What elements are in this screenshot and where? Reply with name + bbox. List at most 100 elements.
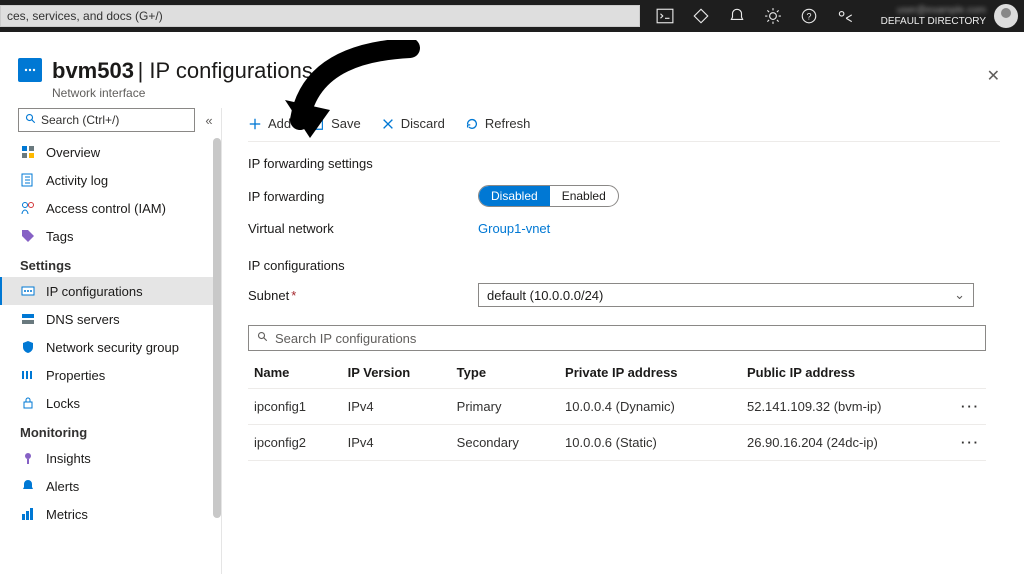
ip-forwarding-toggle[interactable]: Disabled Enabled [478, 185, 619, 207]
sidebar-item-access-control[interactable]: Access control (IAM) [0, 194, 221, 222]
sidebar-item-label: Metrics [46, 507, 88, 522]
sidebar-item-label: Activity log [46, 173, 108, 188]
toggle-option-enabled[interactable]: Enabled [550, 186, 618, 206]
row-more-button[interactable]: ··· [955, 425, 986, 461]
sidebar-item-alerts[interactable]: Alerts [0, 472, 221, 500]
sidebar-item-ip-configurations[interactable]: IP configurations [0, 277, 221, 305]
sidebar-item-label: Alerts [46, 479, 79, 494]
sidebar-item-label: Locks [46, 396, 80, 411]
account-area[interactable]: user@example.com DEFAULT DIRECTORY [881, 4, 1024, 28]
sidebar-item-locks[interactable]: Locks [0, 389, 221, 417]
ip-config-search-input[interactable]: Search IP configurations [248, 325, 986, 351]
overview-icon [20, 144, 36, 160]
cell-name: ipconfig1 [248, 389, 342, 425]
sidebar-item-overview[interactable]: Overview [0, 138, 221, 166]
ip-configurations-heading: IP configurations [248, 258, 1000, 273]
account-email: user@example.com [881, 5, 986, 16]
ip-forwarding-label: IP forwarding [248, 189, 478, 204]
discard-button[interactable]: Discard [381, 116, 445, 131]
page-title: bvm503 | IP configurations [52, 58, 313, 84]
plus-icon [248, 117, 262, 131]
sidebar-item-activity-log[interactable]: Activity log [0, 166, 221, 194]
cell-public-ip: 52.141.109.32 (bvm-ip) [741, 389, 955, 425]
discard-icon [381, 117, 395, 131]
activity-log-icon [20, 172, 36, 188]
tag-icon [20, 228, 36, 244]
directory-name: DEFAULT DIRECTORY [881, 16, 986, 27]
sidebar: Search (Ctrl+/) « Overview Activity log … [0, 108, 222, 574]
search-icon [257, 331, 269, 346]
subnet-label: Subnet* [248, 288, 478, 303]
toggle-option-disabled[interactable]: Disabled [479, 186, 550, 206]
shield-icon [20, 339, 36, 355]
svg-text:?: ? [806, 11, 811, 21]
add-label: Add [268, 116, 291, 131]
resource-type: Network interface [52, 86, 313, 100]
vnet-label: Virtual network [248, 221, 478, 236]
cell-name: ipconfig2 [248, 425, 342, 461]
sidebar-item-insights[interactable]: Insights [0, 444, 221, 472]
sidebar-item-tags[interactable]: Tags [0, 222, 221, 250]
refresh-icon [465, 117, 479, 131]
subnet-select-value: default (10.0.0.0/24) [487, 288, 603, 303]
resource-name: bvm503 [52, 58, 134, 83]
add-button[interactable]: Add [248, 116, 291, 131]
sidebar-group-monitoring: Monitoring [0, 417, 221, 444]
refresh-label: Refresh [485, 116, 531, 131]
ip-config-table: Name IP Version Type Private IP address … [248, 357, 986, 461]
notifications-icon[interactable] [728, 7, 746, 25]
refresh-button[interactable]: Refresh [465, 116, 531, 131]
table-row[interactable]: ipconfig1 IPv4 Primary 10.0.0.4 (Dynamic… [248, 389, 986, 425]
top-icon-group: ? [656, 7, 854, 25]
sidebar-item-nsg[interactable]: Network security group [0, 333, 221, 361]
help-icon[interactable]: ? [800, 7, 818, 25]
close-icon[interactable]: ✕ [987, 66, 1000, 86]
sidebar-item-label: DNS servers [46, 312, 120, 327]
global-search-input[interactable]: ces, services, and docs (G+/) [0, 5, 640, 27]
sidebar-item-label: Access control (IAM) [46, 201, 166, 216]
sidebar-search-input[interactable]: Search (Ctrl+/) [18, 108, 195, 132]
table-row[interactable]: ipconfig2 IPv4 Secondary 10.0.0.6 (Stati… [248, 425, 986, 461]
sidebar-item-label: Insights [46, 451, 91, 466]
avatar[interactable] [994, 4, 1018, 28]
sidebar-item-label: IP configurations [46, 284, 143, 299]
cloud-shell-icon[interactable] [656, 7, 674, 25]
save-button[interactable]: Save [311, 116, 361, 131]
settings-gear-icon[interactable] [764, 7, 782, 25]
ip-config-icon [20, 283, 36, 299]
cell-private-ip: 10.0.0.4 (Dynamic) [559, 389, 741, 425]
col-ipversion[interactable]: IP Version [342, 357, 451, 389]
col-private-ip[interactable]: Private IP address [559, 357, 741, 389]
col-public-ip[interactable]: Public IP address [741, 357, 955, 389]
command-bar: Add Save Discard Refresh [248, 106, 1000, 142]
feedback-icon[interactable] [836, 7, 854, 25]
col-type[interactable]: Type [451, 357, 559, 389]
search-icon [25, 113, 37, 128]
cell-ipver: IPv4 [342, 389, 451, 425]
sidebar-item-label: Network security group [46, 340, 179, 355]
discard-label: Discard [401, 116, 445, 131]
insights-icon [20, 450, 36, 466]
metrics-icon [20, 506, 36, 522]
directories-icon[interactable] [692, 7, 710, 25]
cell-public-ip: 26.90.16.204 (24dc-ip) [741, 425, 955, 461]
resource-icon [18, 58, 42, 82]
sidebar-item-properties[interactable]: Properties [0, 361, 221, 389]
section-title-text: IP configurations [149, 58, 312, 83]
ip-config-search-placeholder: Search IP configurations [275, 331, 416, 346]
row-more-button[interactable]: ··· [955, 389, 986, 425]
subnet-select[interactable]: default (10.0.0.0/24) ⌄ [478, 283, 974, 307]
sidebar-search-placeholder: Search (Ctrl+/) [41, 113, 119, 127]
ip-forwarding-heading: IP forwarding settings [248, 156, 1000, 171]
save-label: Save [331, 116, 361, 131]
sidebar-scrollbar[interactable] [213, 108, 221, 574]
sidebar-item-label: Tags [46, 229, 73, 244]
col-name[interactable]: Name [248, 357, 342, 389]
portal-top-bar: ces, services, and docs (G+/) ? user@exa… [0, 0, 1024, 32]
cell-type: Secondary [451, 425, 559, 461]
vnet-link[interactable]: Group1-vnet [478, 221, 550, 236]
sidebar-item-dns-servers[interactable]: DNS servers [0, 305, 221, 333]
cell-ipver: IPv4 [342, 425, 451, 461]
lock-icon [20, 395, 36, 411]
sidebar-item-metrics[interactable]: Metrics [0, 500, 221, 528]
